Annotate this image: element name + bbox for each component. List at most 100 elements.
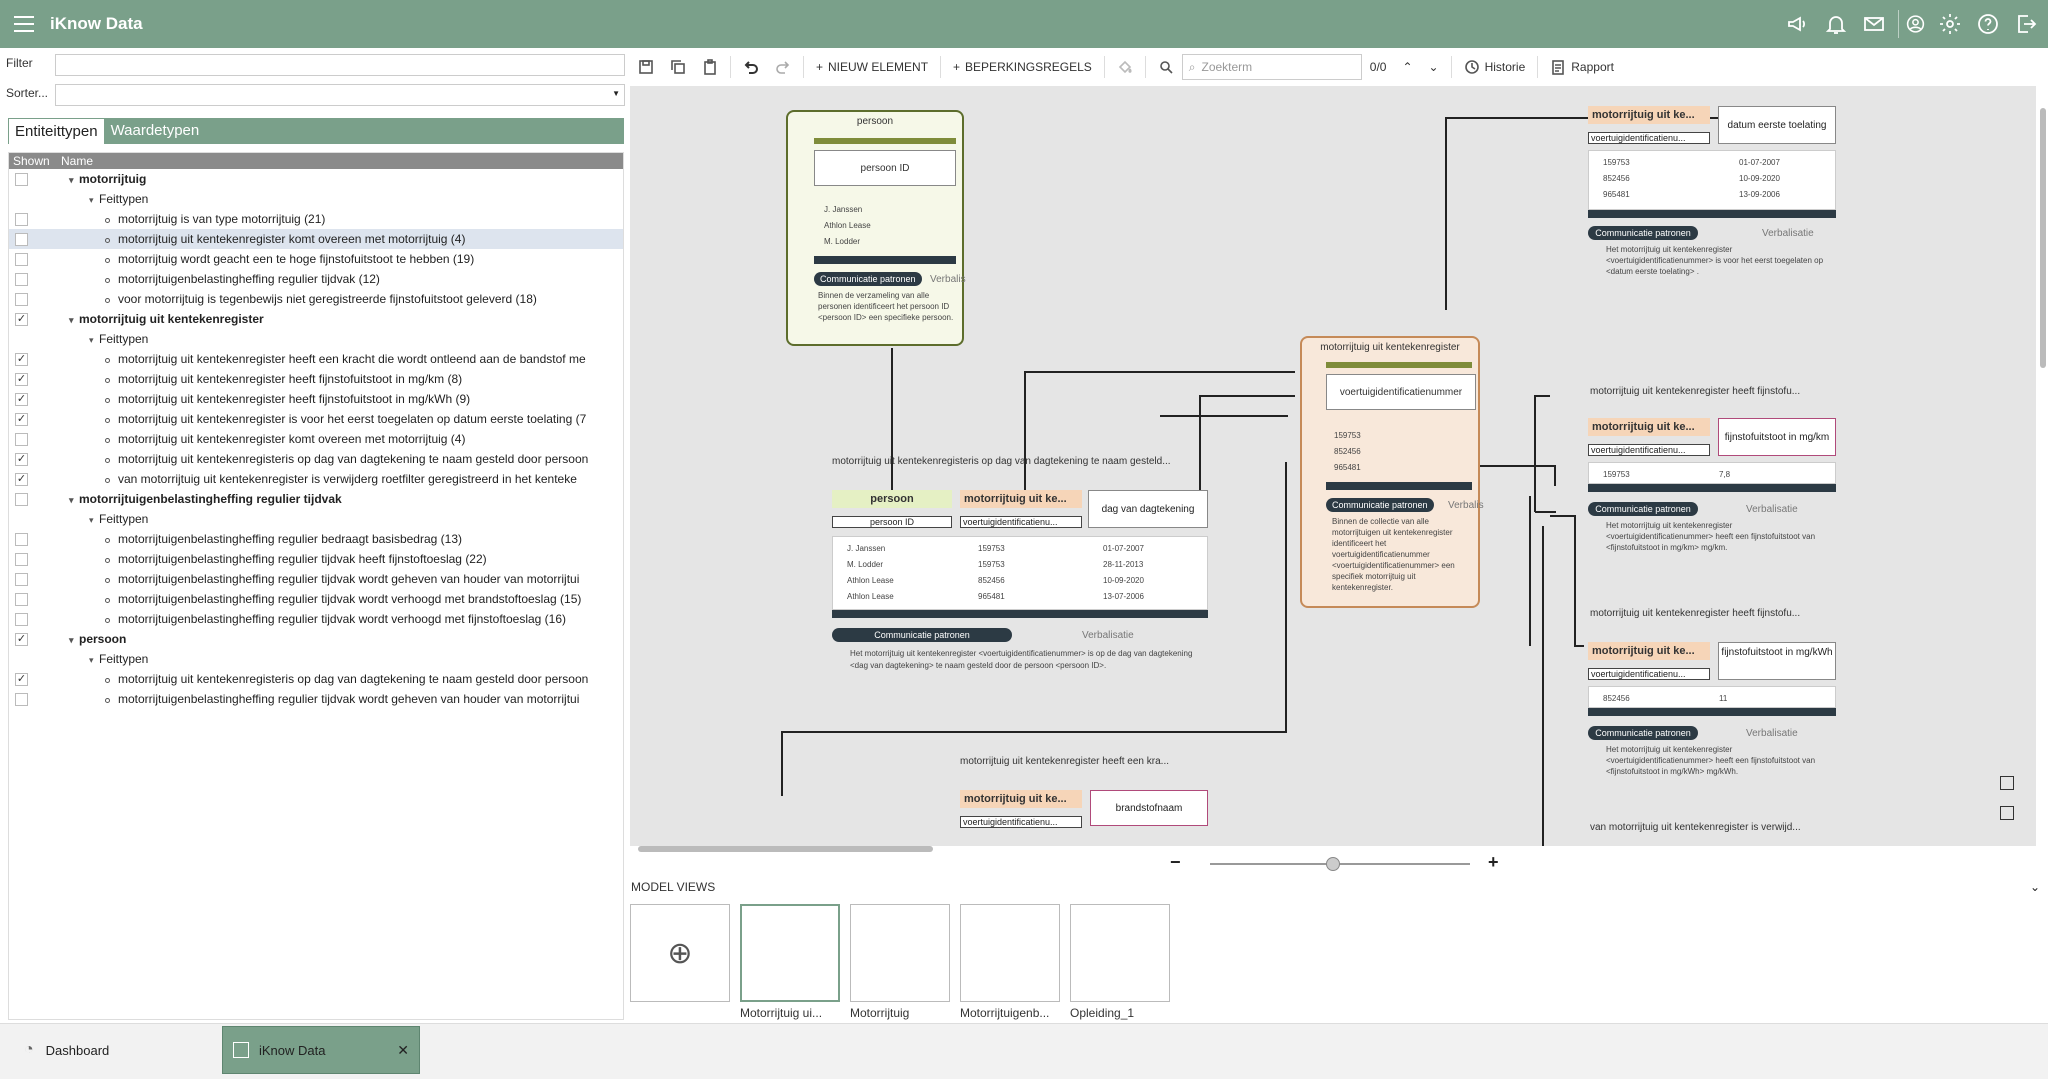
tree-row[interactable]: motorrijtuigenbelastingheffing regulier … (9, 529, 623, 549)
close-icon[interactable]: ✕ (397, 1042, 409, 1059)
shown-checkbox[interactable] (15, 232, 28, 246)
shown-checkbox[interactable] (15, 292, 28, 306)
tree-row[interactable]: ✓ motorrijtuig uit kentekenregister heeft… (9, 389, 623, 409)
shown-checkbox[interactable] (15, 212, 28, 226)
tree-row[interactable]: motorrijtuigenbelastingheffing regulier … (9, 269, 623, 289)
communication-patterns-pill[interactable]: Communicatie patronen (814, 272, 922, 286)
tree-row[interactable]: motorrijtuigenbelastingheffing regulier … (9, 569, 623, 589)
chevron-down-icon[interactable]: ▾ (89, 195, 99, 206)
shown-checkbox[interactable] (15, 492, 28, 506)
shown-checkbox[interactable] (15, 592, 28, 606)
list-view-icon[interactable] (2000, 776, 2014, 790)
shown-checkbox[interactable] (15, 532, 28, 546)
communication-patterns-pill[interactable]: Communicatie patronen (1588, 726, 1698, 740)
user-icon[interactable] (1898, 10, 1926, 38)
gear-icon[interactable] (1936, 10, 1964, 38)
paint-button[interactable] (1109, 52, 1141, 82)
filter-input[interactable] (55, 54, 625, 76)
fact-type-header[interactable]: van motorrijtuig uit kentekenregister is… (1590, 822, 1801, 833)
model-view-thumb[interactable] (960, 904, 1060, 1002)
chevron-down-icon[interactable]: ⌄ (2030, 880, 2040, 894)
collapse-bar[interactable] (832, 610, 1208, 618)
communication-patterns-pill[interactable]: Communicatie patronen (1326, 498, 1434, 512)
tree-row[interactable]: motorrijtuigenbelastingheffing regulier … (9, 689, 623, 709)
shown-checkbox[interactable]: ✓ (15, 452, 28, 466)
communication-patterns-pill[interactable]: Communicatie patronen (1588, 502, 1698, 516)
dashboard-tab[interactable]: ◔ Dashboard (14, 1026, 210, 1074)
sort-select[interactable]: ▼ (55, 84, 625, 106)
shown-checkbox[interactable]: ✓ (15, 312, 28, 326)
entity-id-box[interactable]: persoon ID (814, 150, 956, 186)
tree-row[interactable]: ▾ motorrijtuig (9, 169, 623, 189)
vertical-scroll-thumb[interactable] (2040, 108, 2046, 368)
zoom-find-button[interactable] (1150, 52, 1182, 82)
verbalisation-tab[interactable]: Verbalisatie (1746, 728, 1798, 739)
app-tab[interactable]: iKnow Data ✕ (222, 1026, 420, 1074)
shown-checkbox[interactable]: ✓ (15, 352, 28, 366)
collapse-bar[interactable] (1588, 484, 1836, 492)
prev-result-button[interactable]: ⌃ (1394, 52, 1420, 82)
shown-checkbox[interactable]: ✓ (15, 412, 28, 426)
role-box[interactable]: motorrijtuig uit ke... (1588, 418, 1710, 436)
megaphone-icon[interactable] (1784, 10, 1812, 38)
tree-row[interactable]: ▾ Feittypen (9, 189, 623, 209)
shown-checkbox[interactable]: ✓ (15, 392, 28, 406)
report-button[interactable]: Rapport (1542, 52, 1622, 82)
tree-row[interactable]: ▾ Feittypen (9, 509, 623, 529)
tree-row[interactable]: ✓ van motorrijtuig uit kentekenregister i… (9, 469, 623, 489)
copy-button[interactable] (662, 52, 694, 82)
tree-row[interactable]: voor motorrijtuig is tegenbewijs niet ge… (9, 289, 623, 309)
role-box[interactable]: dag van dagtekening (1088, 490, 1208, 528)
model-view-thumb[interactable] (740, 904, 840, 1002)
role-box[interactable]: motorrijtuig uit ke... (1588, 106, 1710, 124)
search-input[interactable]: ⌕ Zoekterm (1181, 54, 1362, 80)
tree-row[interactable]: motorrijtuig uit kentekenregister komt o… (9, 229, 623, 249)
role-box[interactable]: motorrijtuig uit ke... (960, 790, 1082, 808)
zoom-in-button[interactable]: + (1488, 852, 1499, 873)
constraints-button[interactable]: + BEPERKINGSREGELS (945, 52, 1100, 82)
role-box[interactable]: motorrijtuig uit ke... (1588, 642, 1710, 660)
collapse-bar[interactable] (1588, 708, 1836, 716)
zoom-slider-thumb[interactable] (1326, 857, 1340, 871)
tree-row[interactable]: motorrijtuigenbelastingheffing regulier … (9, 549, 623, 569)
chevron-down-icon[interactable]: ▾ (89, 655, 99, 666)
tree-row[interactable]: ✓ motorrijtuig uit kentekenregisteris op … (9, 449, 623, 469)
chevron-down-icon[interactable]: ▾ (69, 175, 79, 186)
horizontal-scroll-thumb[interactable] (638, 846, 933, 852)
shown-checkbox[interactable] (15, 552, 28, 566)
chevron-down-icon[interactable]: ▾ (69, 635, 79, 646)
add-model-view-button[interactable]: ⊕ (630, 904, 730, 1002)
next-result-button[interactable]: ⌄ (1421, 52, 1447, 82)
shown-checkbox[interactable] (15, 172, 28, 186)
tree-row[interactable]: ▾ motorrijtuigenbelastingheffing regulier… (9, 489, 623, 509)
role-box[interactable]: datum eerste toelating (1718, 106, 1836, 144)
tree-row[interactable]: ✓ motorrijtuig uit kentekenregister is vo… (9, 409, 623, 429)
tree-row[interactable]: motorrijtuig is van type motorrijtuig (2… (9, 209, 623, 229)
shown-checkbox[interactable]: ✓ (15, 632, 28, 646)
entity-id-box[interactable]: voertuigidentificatienummer (1326, 374, 1476, 410)
chevron-down-icon[interactable]: ▾ (69, 315, 79, 326)
chevron-down-icon[interactable]: ▾ (89, 335, 99, 346)
collapse-bar[interactable] (1588, 210, 1836, 218)
tree-row[interactable]: ▾ Feittypen (9, 329, 623, 349)
paste-button[interactable] (694, 52, 726, 82)
communication-patterns-pill[interactable]: Communicatie patronen (832, 628, 1012, 642)
chevron-down-icon[interactable]: ▾ (89, 515, 99, 526)
tree-row[interactable]: ✓ motorrijtuig uit kentekenregister heeft… (9, 369, 623, 389)
tree-row[interactable]: ✓ motorrijtuig uit kentekenregister heeft… (9, 349, 623, 369)
shown-checkbox[interactable] (15, 692, 28, 706)
new-element-button[interactable]: + NIEUW ELEMENT (808, 52, 936, 82)
role-box[interactable]: persoon (832, 490, 952, 508)
shown-checkbox[interactable] (15, 252, 28, 266)
shown-checkbox[interactable]: ✓ (15, 372, 28, 386)
zoom-slider-track[interactable] (1210, 863, 1470, 865)
tree-row[interactable]: ✓ ▾ motorrijtuig uit kentekenregister (9, 309, 623, 329)
collapse-bar[interactable] (1326, 482, 1472, 490)
role-box[interactable]: fijnstofuitstoot in mg/km (1718, 418, 1836, 456)
model-view-thumb[interactable] (1070, 904, 1170, 1002)
verbalisation-tab[interactable]: Verbalisatie (1762, 228, 1814, 239)
tab-waardetypen[interactable]: Waardetypen (105, 118, 206, 144)
verbalisation-tab[interactable]: Verbalis (930, 274, 966, 285)
tree-row[interactable]: ✓ ▾ persoon (9, 629, 623, 649)
tree-row[interactable]: motorrijtuig uit kentekenregister komt o… (9, 429, 623, 449)
